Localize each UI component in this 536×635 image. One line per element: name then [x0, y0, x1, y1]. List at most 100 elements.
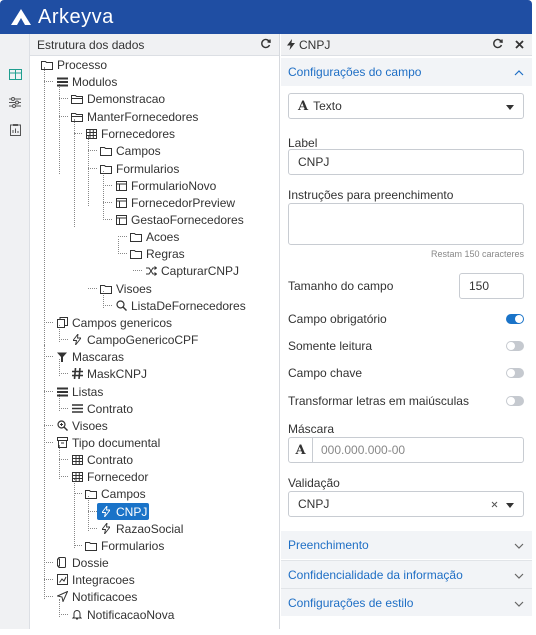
- mask-placeholder: 000.000.000-00: [321, 443, 406, 457]
- tree-connector: [88, 288, 97, 289]
- instructions-textarea[interactable]: [288, 203, 524, 245]
- tree-node[interactable]: ManterFornecedores: [68, 108, 200, 125]
- label-input[interactable]: CNPJ: [288, 149, 524, 175]
- instructions-label: Instruções para preenchimento: [288, 188, 454, 202]
- tree-node[interactable]: Fornecedores: [82, 125, 177, 142]
- tree-node[interactable]: CNPJ: [97, 503, 150, 520]
- tree-node[interactable]: Fornecedor: [68, 468, 150, 485]
- field-size-label: Tamanho do campo: [288, 279, 394, 293]
- table-icon: [70, 470, 84, 484]
- mask-input[interactable]: A 000.000.000-00: [288, 437, 524, 463]
- search-icon: [114, 299, 128, 313]
- tree-node[interactable]: Visoes: [53, 417, 110, 434]
- tree-node-label: Campos: [101, 486, 146, 501]
- structure-icon[interactable]: [8, 67, 22, 81]
- tree-node[interactable]: FornecedorPreview: [112, 194, 237, 211]
- refresh-icon[interactable]: [492, 38, 503, 52]
- required-toggle[interactable]: [506, 314, 524, 324]
- tree-connector: [103, 202, 112, 203]
- clear-icon[interactable]: [491, 501, 498, 508]
- settings-sliders-icon[interactable]: [8, 95, 22, 109]
- tree-node[interactable]: Listas: [53, 383, 105, 400]
- tree-node-label: Tipo documental: [72, 435, 161, 450]
- field-type-select[interactable]: A Texto: [288, 93, 524, 119]
- tree-node[interactable]: Tipo documental: [53, 434, 162, 451]
- tree-node[interactable]: Campos: [82, 485, 148, 502]
- tree-node[interactable]: Integracoes: [53, 571, 137, 588]
- tree-node[interactable]: NotificacaoNova: [68, 606, 176, 623]
- tree-connector: [88, 136, 89, 206]
- tree-node-label: Regras: [146, 246, 185, 261]
- chevron-down-icon: [514, 596, 524, 610]
- tree-node[interactable]: Modulos: [53, 73, 119, 90]
- section-field-config-label: Configurações do campo: [288, 65, 422, 79]
- bolt-icon: [99, 505, 113, 519]
- tree-node-label: Integracoes: [72, 572, 135, 587]
- bolt-icon: [99, 522, 113, 536]
- data-tree: Processo Modulos Demonstracao ManterFornece…: [30, 56, 279, 631]
- tree-node-label: Visoes: [116, 281, 152, 296]
- table-icon: [84, 127, 98, 141]
- section-filling[interactable]: Preenchimento: [281, 531, 532, 559]
- tree-node[interactable]: Dossie: [53, 554, 111, 571]
- key-field-toggle[interactable]: [506, 368, 524, 378]
- uppercase-toggle[interactable]: [506, 396, 524, 406]
- props-header-title-wrap: CNPJ: [287, 38, 330, 52]
- tree-node[interactable]: Contrato: [68, 451, 135, 468]
- refresh-icon[interactable]: [260, 38, 271, 52]
- folder-icon: [99, 162, 113, 176]
- section-confidentiality[interactable]: Confidencialidade da informação: [281, 560, 532, 588]
- tree-node[interactable]: Demonstracao: [68, 90, 167, 107]
- label-field-label: Label: [288, 136, 318, 150]
- tree-connector: [44, 562, 53, 563]
- close-icon[interactable]: [515, 38, 524, 52]
- field-size-input[interactable]: 150: [459, 273, 524, 299]
- tree-connector: [59, 408, 68, 409]
- field-size-value: 150: [469, 279, 490, 293]
- report-icon[interactable]: [8, 123, 22, 137]
- toggle-row-key: Campo chave: [288, 364, 524, 382]
- tree-node[interactable]: Acoes: [127, 228, 181, 245]
- validation-select[interactable]: CNPJ: [288, 491, 524, 517]
- tree-node[interactable]: ListaDeFornecedores: [112, 297, 248, 314]
- tree-node[interactable]: CapturarCNPJ: [142, 262, 241, 279]
- tree-node-label: Demonstracao: [87, 91, 166, 106]
- tree-connector: [88, 528, 97, 529]
- tree-node[interactable]: Contrato: [68, 400, 135, 417]
- tree-node[interactable]: Formularios: [97, 160, 181, 177]
- tree-connector: [133, 270, 142, 271]
- tree-node[interactable]: Processo: [38, 56, 109, 73]
- tree-node[interactable]: Formularios: [82, 537, 166, 554]
- form-icon: [114, 179, 128, 193]
- tree-connector: [59, 373, 68, 374]
- tree-node[interactable]: Campos genericos: [53, 314, 174, 331]
- tree-node-label: ManterFornecedores: [87, 109, 199, 124]
- tree-node[interactable]: MaskCNPJ: [68, 365, 149, 382]
- toggle-row-uppercase: Transformar letras em maiúsculas: [288, 392, 524, 410]
- tree-node[interactable]: Visoes: [97, 280, 154, 297]
- tree-connector: [88, 168, 97, 169]
- tree-connector: [59, 459, 68, 460]
- tree-node[interactable]: Mascaras: [53, 348, 126, 365]
- label-input-value: CNPJ: [298, 155, 330, 169]
- tree-node-label: Fornecedor: [87, 469, 149, 484]
- lines-icon: [70, 402, 84, 416]
- tree-node[interactable]: CampoGenericoCPF: [68, 331, 200, 348]
- section-style-config[interactable]: Configurações de estilo: [281, 588, 532, 616]
- tree-node[interactable]: Regras: [127, 245, 187, 262]
- folder-icon: [99, 144, 113, 158]
- text-type-icon: A: [298, 98, 309, 114]
- tree-connector: [44, 356, 53, 357]
- tree-node-label: CapturarCNPJ: [161, 263, 240, 278]
- mask-label: Máscara: [288, 422, 335, 436]
- tree-node[interactable]: Notificacoes: [53, 588, 139, 605]
- tree-node-label: Listas: [72, 384, 104, 399]
- tree-node[interactable]: RazaoSocial: [97, 520, 185, 537]
- section-field-config[interactable]: Configurações do campo: [281, 58, 532, 86]
- readonly-toggle[interactable]: [506, 341, 524, 351]
- tree-node[interactable]: GestaoFornecedores: [112, 211, 246, 228]
- tree-node[interactable]: FormularioNovo: [112, 177, 218, 194]
- tree-node-label: Campos: [116, 143, 161, 158]
- tree-node-label: Fornecedores: [101, 126, 176, 141]
- tree-node[interactable]: Campos: [97, 142, 163, 159]
